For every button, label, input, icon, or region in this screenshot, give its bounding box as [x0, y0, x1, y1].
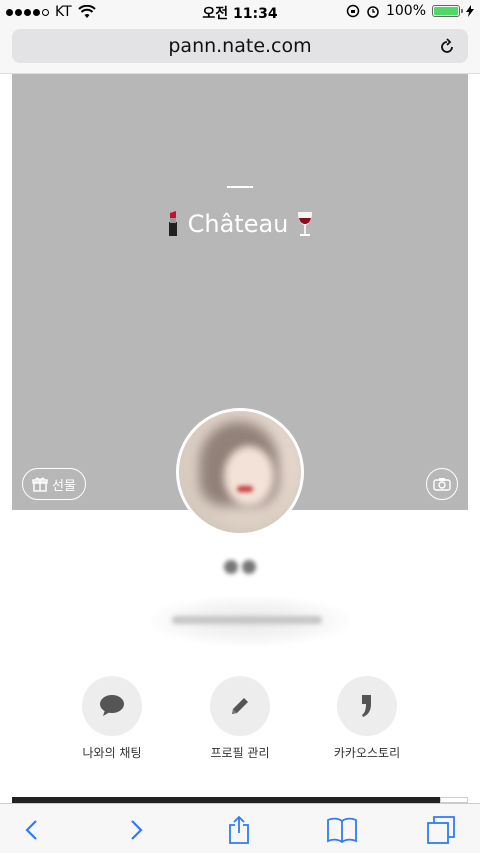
share-button[interactable] [222, 814, 256, 846]
forward-chevron-icon [131, 820, 143, 840]
kakaostory-label: 카카오스토리 [333, 746, 401, 760]
browser-toolbar [0, 803, 480, 853]
battery-icon [432, 5, 463, 17]
my-chat-button[interactable]: 나와의 채팅 [52, 676, 172, 761]
my-chat-label: 나와의 채팅 [82, 746, 142, 760]
back-chevron-icon [25, 820, 37, 840]
profile-manage-button[interactable]: 프로필 관리 [180, 676, 300, 761]
chat-bubble-icon [100, 695, 124, 716]
bookmarks-button[interactable] [325, 814, 359, 846]
kakaostory-icon [362, 695, 371, 717]
tabs-icon [427, 816, 455, 844]
wine-glass-icon [298, 212, 313, 236]
profile-name-blurred [220, 556, 260, 578]
lipstick-icon [168, 211, 177, 236]
cover-title: Château [12, 210, 468, 238]
browser-address-area: pann.nate.com [0, 24, 480, 74]
battery-percent: 100% [385, 3, 426, 19]
cover-camera-button[interactable] [426, 468, 458, 500]
cover-divider [227, 186, 253, 188]
gift-label: 선물 [52, 478, 76, 494]
tabs-button[interactable] [424, 814, 458, 846]
gift-icon [32, 477, 48, 492]
screen: KT 오전 11:34 100% pann.nate.com Château 선… [0, 0, 480, 853]
url-text: pann.nate.com [168, 35, 312, 57]
back-button[interactable] [14, 814, 48, 846]
status-right: 100% [346, 3, 474, 19]
rotation-lock-icon [346, 4, 360, 18]
share-icon [229, 815, 249, 844]
alarm-icon [367, 6, 379, 18]
forward-button[interactable] [120, 814, 154, 846]
reload-icon[interactable] [438, 38, 456, 56]
profile-actions: 나와의 채팅 프로필 관리 카카오스토리 [0, 676, 480, 766]
profile-manage-circle [210, 676, 270, 736]
charging-icon [466, 5, 474, 17]
profile-avatar[interactable] [176, 408, 304, 536]
my-chat-circle [82, 676, 142, 736]
kakaostory-circle [337, 676, 397, 736]
gift-button[interactable]: 선물 [22, 468, 86, 500]
profile-status-blurred [150, 596, 350, 646]
pencil-icon [232, 698, 248, 714]
book-icon [327, 817, 357, 843]
kakaostory-button[interactable]: 카카오스토리 [307, 676, 427, 761]
cover-title-text: Château [187, 210, 289, 238]
status-bar: KT 오전 11:34 100% [0, 0, 480, 24]
profile-manage-label: 프로필 관리 [210, 746, 270, 760]
camera-icon [433, 478, 451, 491]
address-bar[interactable]: pann.nate.com [12, 29, 468, 63]
